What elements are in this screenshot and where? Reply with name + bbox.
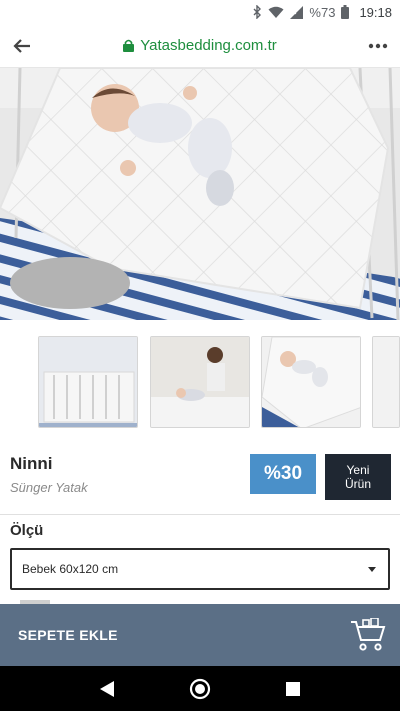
- product-name: Ninni: [10, 454, 53, 473]
- divider: [0, 514, 400, 515]
- back-button[interactable]: [0, 24, 44, 68]
- wifi-icon: [268, 6, 284, 19]
- url-field[interactable]: Yatasbedding.com.tr: [44, 37, 356, 54]
- new-product-badge: Yeni Ürün: [325, 454, 391, 500]
- lock-icon: [123, 39, 135, 52]
- thumbnail-3[interactable]: [261, 336, 361, 428]
- nav-home-icon: [189, 678, 211, 699]
- chevron-down-icon: [368, 567, 376, 572]
- size-select[interactable]: Bebek 60x120 cm: [10, 548, 390, 590]
- nav-back-button[interactable]: [92, 674, 122, 704]
- bluetooth-icon: [252, 5, 262, 19]
- product-subtitle: Sünger Yatak: [10, 480, 88, 495]
- nav-recents-button[interactable]: [278, 674, 308, 704]
- new-badge-line2: Ürün: [344, 477, 371, 491]
- thumbnail-4[interactable]: [372, 336, 400, 428]
- more-icon: [368, 43, 388, 48]
- battery-percent: %73: [309, 4, 336, 20]
- add-to-cart-label: SEPETE EKLE: [18, 627, 118, 643]
- product-hero-image[interactable]: [0, 68, 400, 320]
- status-bar: %73 19:18: [0, 0, 400, 24]
- battery-icon: [341, 5, 350, 19]
- discount-badge: %30: [250, 454, 316, 494]
- product-info: Ninni Sünger Yatak %30 Yeni Ürün: [0, 440, 400, 510]
- url-text: Yatasbedding.com.tr: [140, 37, 277, 54]
- nav-recents-icon: [286, 681, 301, 696]
- browser-toolbar: Yatasbedding.com.tr: [0, 24, 400, 68]
- clock: 19:18: [359, 4, 392, 20]
- nav-home-button[interactable]: [185, 674, 215, 704]
- back-arrow-icon: [13, 38, 30, 53]
- new-badge-line1: Yeni: [346, 463, 370, 477]
- size-label: Ölçü: [10, 522, 44, 539]
- size-select-value: Bebek 60x120 cm: [22, 562, 119, 576]
- signal-icon: [290, 5, 304, 19]
- thumbnail-2[interactable]: [150, 336, 250, 428]
- nav-back-icon: [99, 680, 114, 697]
- shopping-cart-icon: [350, 617, 386, 657]
- system-nav-bar: [0, 666, 400, 711]
- thumbnail-1[interactable]: [38, 336, 138, 428]
- thumbnail-strip: [0, 334, 400, 432]
- screen: %73 19:18 Yatasbedding.com.tr Ninni Süng…: [0, 0, 400, 711]
- more-button[interactable]: [356, 24, 400, 68]
- add-to-cart-button[interactable]: SEPETE EKLE: [0, 604, 400, 666]
